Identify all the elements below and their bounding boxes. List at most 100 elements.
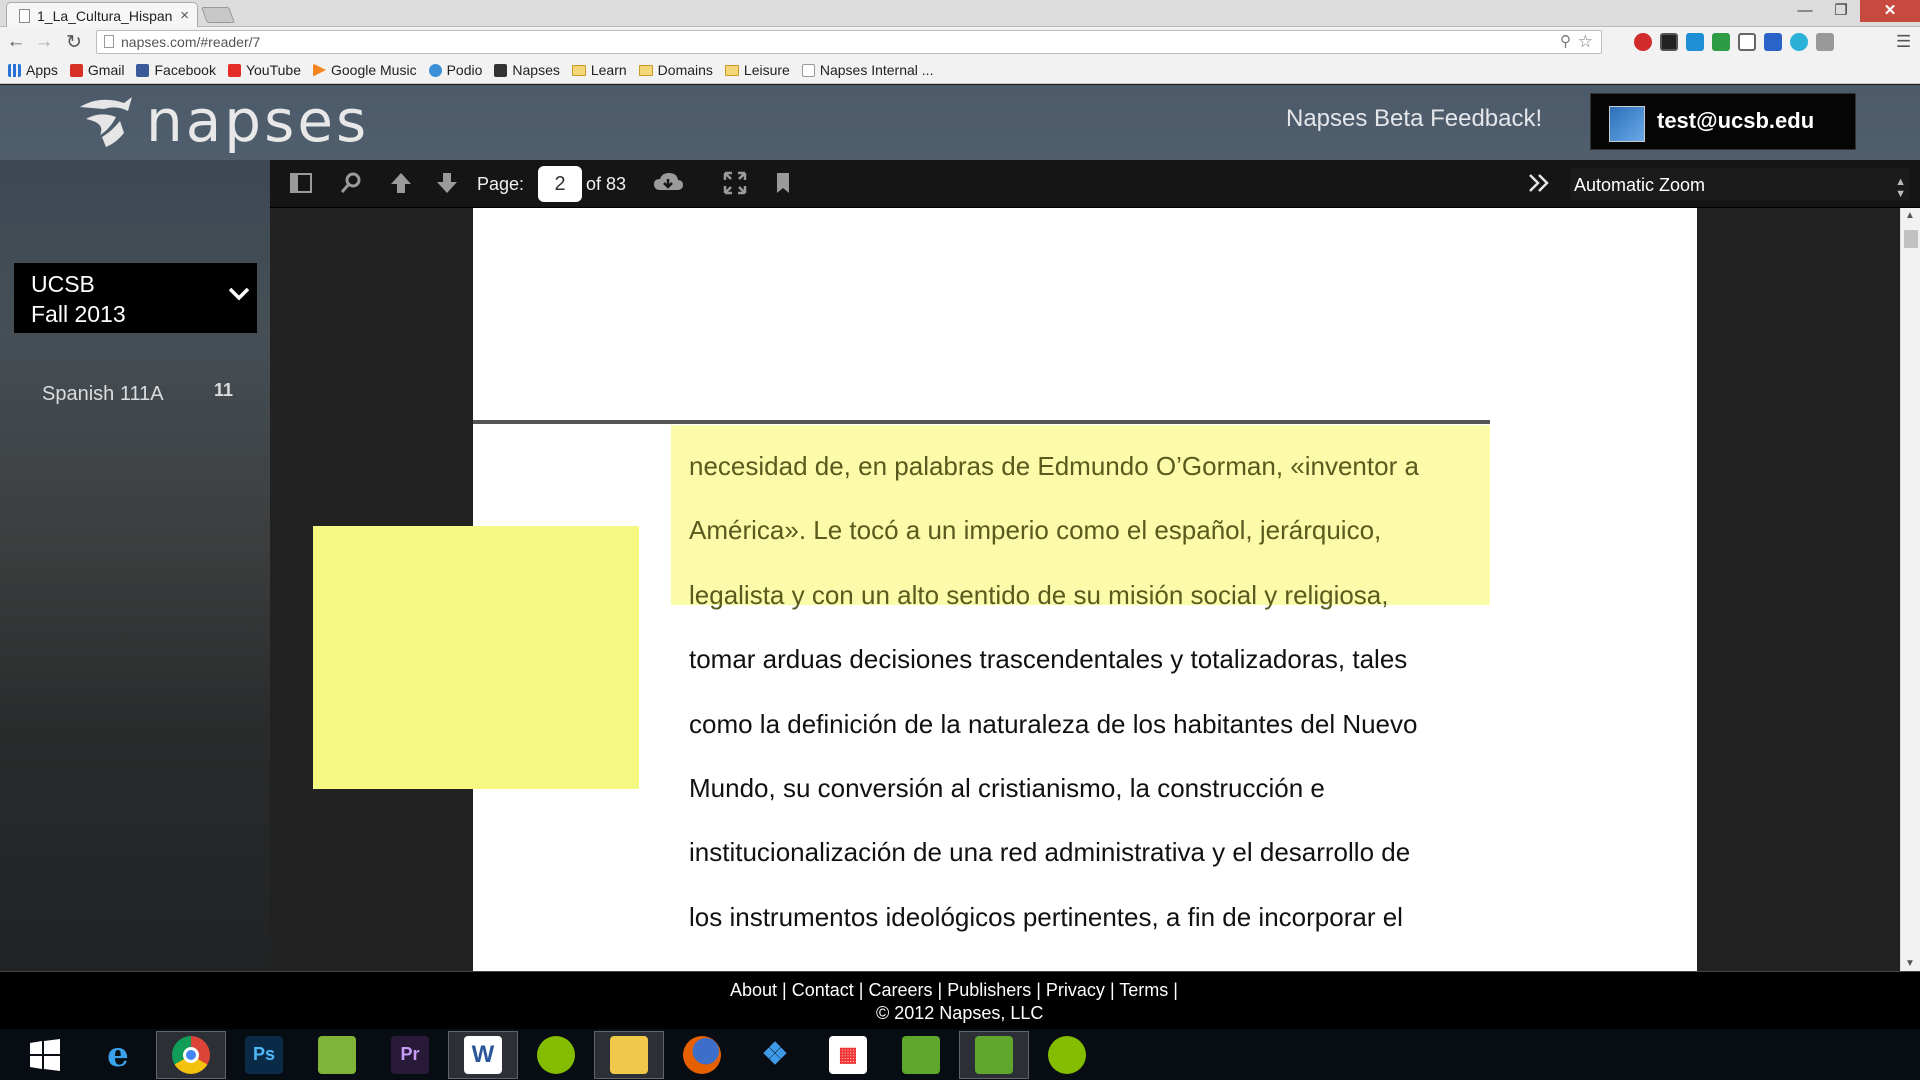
beta-feedback-link[interactable]: Napses Beta Feedback! [1286, 105, 1542, 133]
section-divider [473, 420, 1490, 424]
user-menu[interactable]: test@ucsb.edu [1590, 93, 1856, 150]
bookmark-icon[interactable] [770, 170, 796, 196]
start-button[interactable] [10, 1031, 80, 1079]
scroll-up-icon[interactable]: ▲ [1905, 210, 1915, 221]
menu-icon[interactable]: ☰ [1896, 32, 1911, 52]
bookmark-apps[interactable]: Apps [8, 62, 58, 78]
tab-title: 1_La_Cultura_Hispan [37, 8, 173, 24]
download-icon[interactable] [652, 170, 684, 196]
bookmark-label: Napses Internal ... [819, 62, 934, 78]
address-bar[interactable]: napses.com/#reader/7 ⚲ ☆ [96, 30, 1602, 54]
footer-link-terms[interactable]: Terms [1119, 980, 1168, 1000]
zoom-select[interactable]: Automatic Zoom ▲ ▼ [1570, 168, 1910, 200]
napses-logo[interactable]: napses [76, 92, 369, 150]
bookmark-label: Leisure [743, 62, 790, 78]
taskbar-spotify[interactable] [521, 1031, 591, 1079]
taskbar-word[interactable]: W [448, 1030, 518, 1079]
bookmark-learn[interactable]: Learn [571, 62, 627, 78]
bookmark-domains[interactable]: Domains [638, 62, 713, 78]
bookmark-google-music[interactable]: Google Music [312, 62, 417, 78]
footer-link-contact[interactable]: Contact [792, 980, 854, 1000]
bookmark-label: Napses [512, 62, 560, 78]
extension-icon[interactable] [1686, 33, 1704, 51]
user-icon[interactable] [1816, 33, 1834, 51]
bookmark-gmail[interactable]: Gmail [69, 62, 125, 78]
document-line: necesidad de, en palabras de Edmundo O’G… [689, 451, 1419, 481]
footer-link-publishers[interactable]: Publishers [947, 980, 1031, 1000]
bookmark-label: Learn [590, 62, 627, 78]
window-close-button[interactable]: ✕ [1860, 0, 1920, 22]
document-line: legalista y con un alto sentido de su mi… [689, 579, 1389, 610]
bookmark-leisure[interactable]: Leisure [724, 62, 790, 78]
zoom-select-value: Automatic Zoom [1574, 175, 1706, 195]
back-icon[interactable]: ← [4, 31, 28, 53]
page-number-input[interactable] [538, 166, 582, 202]
maximize-button[interactable]: ❐ [1826, 0, 1856, 22]
taskbar-dropbox[interactable]: ❖ [740, 1031, 810, 1079]
fullscreen-icon[interactable] [722, 170, 748, 196]
pdf-toolbar: Page: of 83 Automatic Zoom ▲▼ [270, 160, 1920, 208]
extension-icon[interactable] [1660, 33, 1678, 51]
taskbar-file-explorer[interactable] [594, 1030, 664, 1079]
notepad-icon [318, 1035, 356, 1074]
footer-link-privacy[interactable]: Privacy [1046, 980, 1105, 1000]
bookmark-star-icon[interactable]: ☆ [1578, 32, 1593, 52]
taskbar-apps[interactable]: ▦ [813, 1031, 883, 1079]
bookmark-label: Gmail [87, 62, 125, 78]
apps-grid-icon [8, 63, 21, 77]
sticky-note[interactable] [313, 526, 639, 789]
taskbar-notepad[interactable] [302, 1031, 372, 1079]
browser-tab-bar: 1_La_Cultura_Hispan × — ❐ ✕ [0, 0, 1920, 28]
scrollbar-thumb[interactable] [1904, 230, 1918, 248]
napses-logo-icon [80, 97, 132, 147]
term-name: Fall 2013 [31, 301, 126, 327]
word-icon: W [464, 1035, 502, 1074]
cast-icon[interactable] [1738, 33, 1756, 51]
bookmark-podio[interactable]: Podio [428, 62, 482, 78]
vertical-scrollbar[interactable]: ▲ ▼ [1900, 208, 1920, 971]
taskbar-firefox[interactable] [667, 1031, 737, 1079]
spotify-icon [1048, 1035, 1086, 1074]
folder-icon [638, 64, 653, 76]
scroll-down-icon[interactable]: ▼ [1905, 958, 1915, 969]
taskbar-internet-explorer[interactable]: e [83, 1031, 153, 1079]
bookmark-label: Google Music [330, 62, 417, 78]
bookmark-napses-internal[interactable]: Napses Internal ... [801, 62, 934, 78]
sidebar-item-course[interactable]: Spanish 111A [42, 383, 164, 406]
adblock-icon[interactable] [1634, 33, 1652, 51]
taskbar-evernote[interactable] [886, 1031, 956, 1079]
evernote-icon[interactable] [1712, 33, 1730, 51]
next-page-icon[interactable] [434, 170, 460, 196]
footer-link-careers[interactable]: Careers [868, 980, 932, 1000]
minimize-button[interactable]: — [1790, 0, 1820, 22]
extension-icon[interactable] [1790, 33, 1808, 51]
windows-logo-icon [30, 1038, 60, 1071]
taskbar-chrome[interactable] [156, 1030, 226, 1079]
taskbar-spotify[interactable] [1032, 1031, 1102, 1079]
forward-icon[interactable]: → [32, 31, 56, 53]
evernote-icon [902, 1035, 940, 1074]
firefox-icon [683, 1035, 721, 1074]
folder-icon [610, 1035, 648, 1074]
browser-tab[interactable]: 1_La_Cultura_Hispan × [6, 2, 198, 28]
previous-page-icon[interactable] [388, 170, 414, 196]
bookmark-youtube[interactable]: YouTube [227, 62, 301, 78]
footer-link-about[interactable]: About [730, 980, 777, 1000]
reload-icon[interactable]: ↻ [62, 31, 86, 54]
document-line: los instrumentos ideológicos pertinentes… [689, 901, 1403, 932]
chevron-double-right-icon[interactable] [1526, 170, 1552, 196]
sidebar-toggle-icon[interactable] [288, 170, 314, 196]
napses-icon [494, 63, 508, 77]
dropbox-icon: ❖ [761, 1038, 789, 1071]
bookmark-napses[interactable]: Napses [494, 62, 560, 78]
pushbullet-icon[interactable] [1764, 33, 1782, 51]
search-icon[interactable] [338, 170, 364, 196]
bookmark-facebook[interactable]: Facebook [136, 62, 216, 78]
taskbar-evernote[interactable] [959, 1030, 1029, 1079]
taskbar-photoshop[interactable]: Ps [229, 1031, 299, 1079]
new-tab-button[interactable] [201, 7, 235, 23]
magnifier-icon[interactable]: ⚲ [1560, 32, 1571, 50]
term-selector[interactable]: UCSB Fall 2013 [14, 263, 257, 333]
tab-close-icon[interactable]: × [180, 7, 189, 24]
taskbar-premiere[interactable]: Pr [375, 1031, 445, 1079]
